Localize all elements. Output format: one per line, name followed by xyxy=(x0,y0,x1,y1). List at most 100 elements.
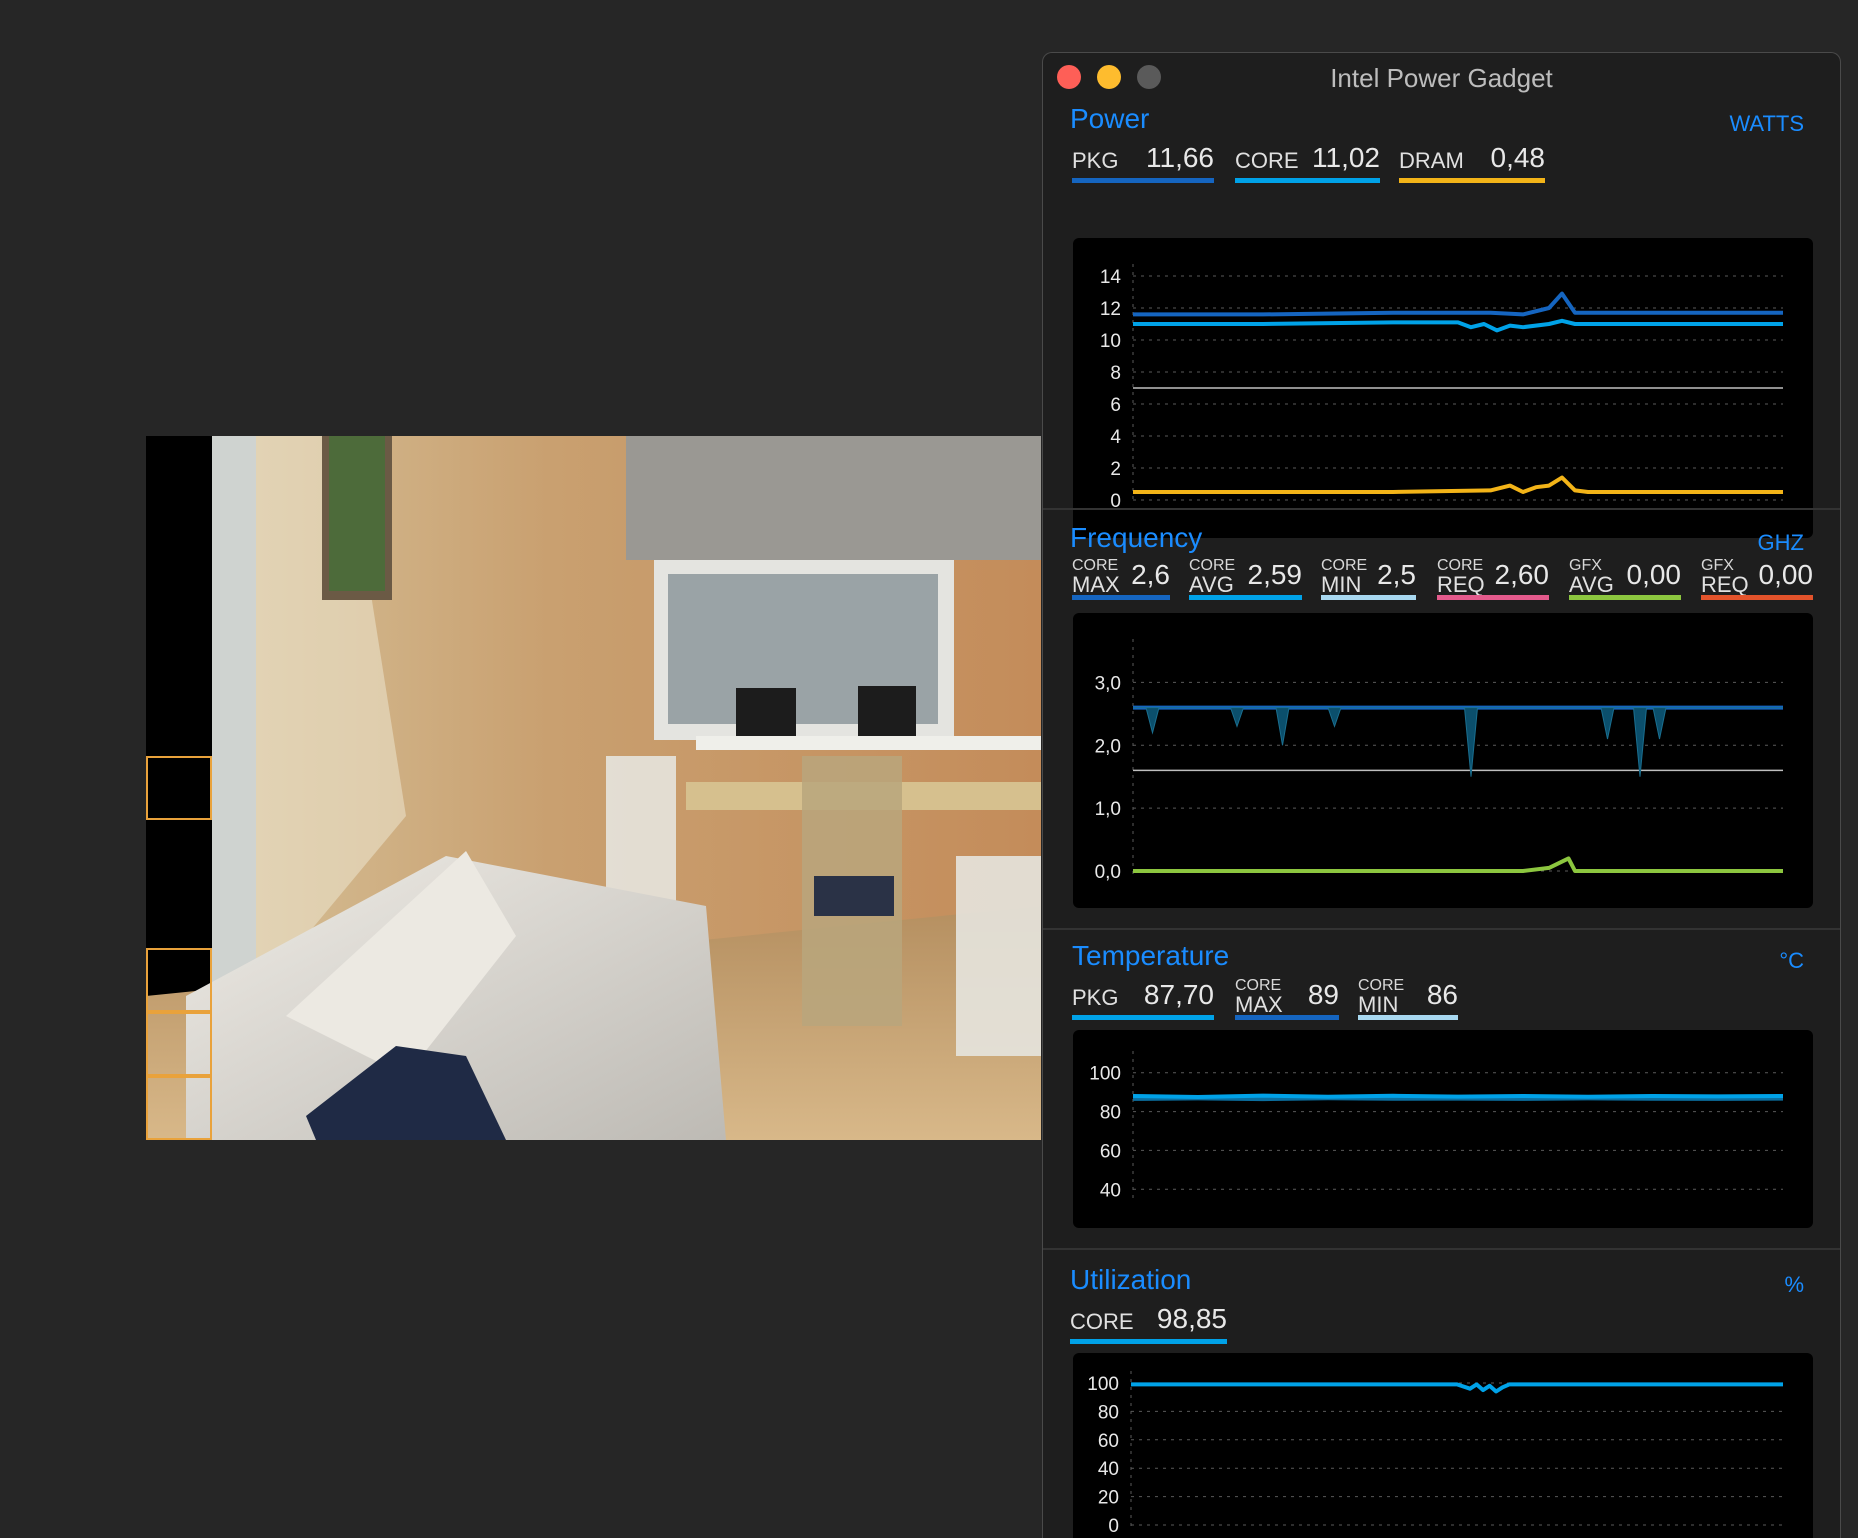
metric-value: 11,66 xyxy=(1146,142,1214,173)
metric-value: 86 xyxy=(1426,979,1458,1010)
temperature-chart-plot: 40 60 80 100 xyxy=(1089,1051,1784,1203)
frequency-section: Frequency GHZ CORE MAX 2,6 CORE AVG 2,59… xyxy=(1043,508,1840,930)
title-bar[interactable]: Intel Power Gadget xyxy=(1043,53,1840,103)
metric-color-bar xyxy=(1399,178,1545,183)
metric-label-bottom: MIN xyxy=(1321,572,1362,597)
series-core-avg-area xyxy=(1133,707,1783,777)
y-tick-label: 4 xyxy=(1110,427,1121,448)
metric-label-bottom: MAX xyxy=(1072,572,1120,597)
tile-marker xyxy=(146,1012,212,1076)
y-tick-label: 60 xyxy=(1098,1431,1119,1452)
power-chart: 0 2 4 6 8 10 12 14 xyxy=(1073,238,1813,538)
metric-label-bottom: REQ xyxy=(1701,572,1749,597)
power-gadget-window[interactable]: Intel Power Gadget Power WATTS PKG 11,66… xyxy=(1042,52,1841,1538)
y-tick-label: 1,0 xyxy=(1095,799,1121,820)
metric-value: 2,59 xyxy=(1247,559,1303,590)
window-title: Intel Power Gadget xyxy=(1330,63,1553,93)
metric-label-bottom: MAX xyxy=(1235,992,1283,1017)
tile-marker xyxy=(146,1076,212,1140)
metric-label-bottom: MIN xyxy=(1358,992,1399,1017)
metric-pkg: PKG 87,70 xyxy=(1072,976,1214,1020)
metric-color-bar xyxy=(1358,1015,1458,1020)
metric-color-bar xyxy=(1072,595,1170,600)
power-section: Power WATTS PKG 11,66 CORE 11,02 DRAM 0,… xyxy=(1043,103,1840,538)
metric-color-bar xyxy=(1072,178,1214,183)
metric-color-bar xyxy=(1072,1015,1214,1020)
temperature-title: Temperature xyxy=(1072,940,1230,971)
frequency-chart: 0,0 1,0 2,0 3,0 xyxy=(1073,613,1813,908)
temperature-chart: 40 60 80 100 xyxy=(1073,1030,1813,1228)
power-unit: WATTS xyxy=(1729,111,1804,136)
series-gfx-avg-line xyxy=(1133,856,1783,873)
tile-marker xyxy=(146,948,212,1012)
frequency-unit: GHZ xyxy=(1757,530,1804,555)
y-tick-label: 100 xyxy=(1089,1064,1121,1085)
metric-value: 98,85 xyxy=(1156,1303,1227,1334)
metric-color-bar xyxy=(1701,595,1813,600)
metric-value: 11,02 xyxy=(1312,142,1380,173)
frequency-title: Frequency xyxy=(1070,522,1203,553)
y-tick-label: 40 xyxy=(1100,1180,1121,1201)
metric-value: 89 xyxy=(1307,979,1339,1010)
metric-core-req: CORE REQ 2,60 xyxy=(1437,556,1549,600)
y-tick-label: 10 xyxy=(1100,331,1121,352)
tile-marker xyxy=(146,756,212,820)
metric-core-max: CORE MAX 89 xyxy=(1235,976,1339,1020)
metric-core-min: CORE MIN 86 xyxy=(1358,976,1458,1020)
utilization-unit: % xyxy=(1784,1272,1804,1297)
utilization-section: Utilization % CORE 98,85 0 20 40 60 80 100 xyxy=(1043,1248,1840,1538)
power-chart-plot: 02468101214 xyxy=(1100,264,1783,512)
metric-color-bar xyxy=(1189,595,1302,600)
y-tick-label: 12 xyxy=(1100,299,1121,320)
y-tick-label: 20 xyxy=(1098,1488,1119,1509)
y-tick-label: 2 xyxy=(1110,459,1121,480)
metric-value: 2,5 xyxy=(1377,559,1416,590)
y-tick-label: 80 xyxy=(1100,1103,1121,1124)
metric-gfx-req: GFX REQ 0,00 xyxy=(1701,556,1813,600)
utilization-title: Utilization xyxy=(1070,1264,1192,1295)
series-pkg-line xyxy=(1133,291,1783,317)
y-tick-label: 14 xyxy=(1100,267,1122,288)
metric-label-bottom: REQ xyxy=(1437,572,1485,597)
metric-color-bar xyxy=(1070,1339,1227,1344)
y-tick-label: 100 xyxy=(1087,1374,1119,1395)
y-tick-label: 3,0 xyxy=(1095,673,1121,694)
series-pkg-line xyxy=(1132,1093,1784,1099)
metric-core-max: CORE MAX 2,6 xyxy=(1072,556,1170,600)
metric-color-bar xyxy=(1569,595,1681,600)
temperature-unit: °C xyxy=(1779,948,1804,973)
metric-label-bottom: AVG xyxy=(1569,572,1614,597)
render-viewport[interactable] xyxy=(146,436,1041,1140)
y-tick-label: 8 xyxy=(1110,363,1121,384)
utilization-chart: 0 20 40 60 80 100 xyxy=(1073,1353,1813,1538)
metric-label: PKG xyxy=(1072,148,1119,173)
metric-value: 0,00 xyxy=(1626,559,1682,590)
utilization-chart-plot: 0 20 40 60 80 100 xyxy=(1087,1371,1783,1537)
metric-value: 0,48 xyxy=(1490,142,1546,173)
series-core-line xyxy=(1131,1382,1783,1394)
metric-color-bar xyxy=(1235,1015,1339,1020)
metric-label: CORE xyxy=(1070,1309,1134,1334)
metric-value: 2,60 xyxy=(1494,559,1550,590)
y-tick-label: 0 xyxy=(1108,1516,1119,1537)
metric-label: DRAM xyxy=(1399,148,1464,173)
temperature-section: Temperature °C PKG 87,70 CORE MAX 89 COR… xyxy=(1043,928,1840,1250)
y-tick-label: 6 xyxy=(1110,395,1121,416)
metric-value: 87,70 xyxy=(1143,979,1214,1010)
power-title: Power xyxy=(1070,103,1150,134)
metric-core-avg: CORE AVG 2,59 xyxy=(1189,556,1302,600)
metric-label-bottom: AVG xyxy=(1189,572,1234,597)
metric-dram: DRAM 0,48 xyxy=(1399,139,1545,183)
metric-value: 2,6 xyxy=(1131,559,1170,590)
metric-core: CORE 11,02 xyxy=(1235,139,1380,183)
y-tick-label: 80 xyxy=(1098,1402,1119,1423)
y-tick-label: 0,0 xyxy=(1095,862,1121,883)
metric-label: CORE xyxy=(1235,148,1299,173)
series-dram-line xyxy=(1133,475,1783,494)
metric-color-bar xyxy=(1235,178,1380,183)
render-image xyxy=(146,436,1041,1140)
series-core-line xyxy=(1133,318,1783,333)
metric-pkg: PKG 11,66 xyxy=(1072,139,1214,183)
y-tick-label: 2,0 xyxy=(1095,736,1121,757)
metric-core-min: CORE MIN 2,5 xyxy=(1321,556,1416,600)
